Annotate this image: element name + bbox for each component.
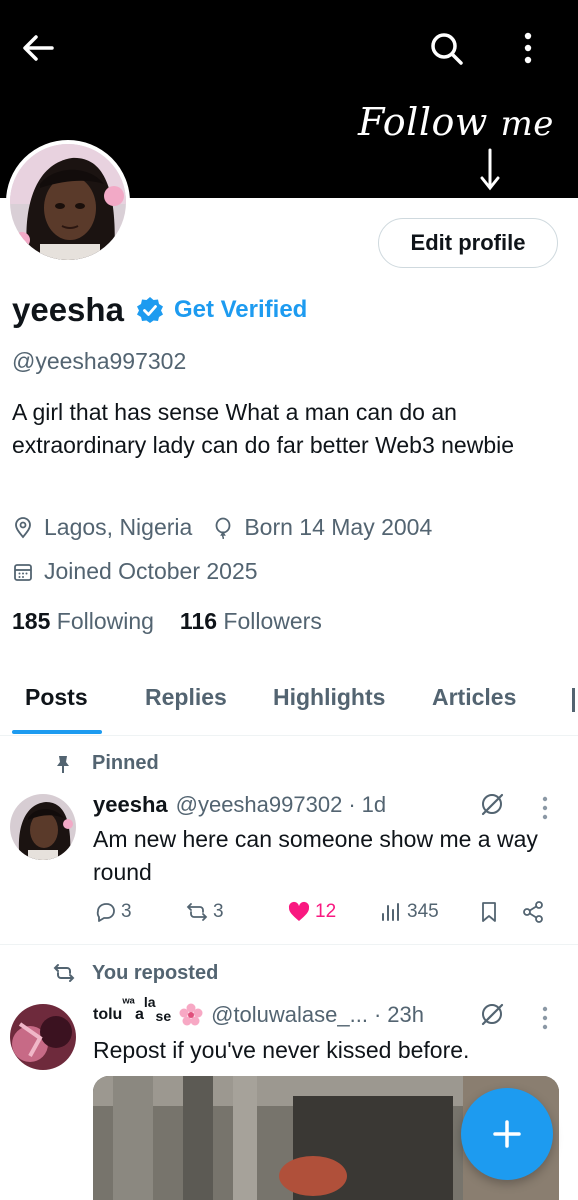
post-header-icons	[478, 1000, 506, 1028]
repost-icon	[186, 903, 208, 921]
post-avatar-photo	[10, 1004, 76, 1070]
active-tab-indicator	[12, 730, 102, 734]
tab-replies[interactable]: Replies	[145, 684, 227, 711]
profile-tabs: Posts Replies Highlights Articles	[0, 670, 578, 736]
pinned-label: Pinned	[52, 752, 159, 775]
post-time: 23h	[387, 1002, 425, 1027]
views-count: 345	[407, 901, 439, 922]
post-actions: 3 3 12 345	[93, 900, 553, 930]
repost-small-icon	[53, 964, 75, 982]
search-icon[interactable]	[426, 28, 466, 68]
following-label: Following	[56, 608, 154, 634]
post-header: yeesha @yeesha997302 · 1d	[93, 792, 386, 818]
tab-overflow-edge[interactable]	[572, 688, 575, 712]
post-author-name[interactable]: yeesha	[93, 792, 168, 818]
following-count: 185	[12, 608, 51, 634]
banner-caption-me: me	[500, 104, 554, 144]
get-verified-link[interactable]: Get Verified	[174, 296, 307, 324]
profile-bio: A girl that has sense What a man can do …	[12, 399, 515, 458]
reposted-text: You reposted	[92, 961, 219, 984]
post-divider	[0, 944, 578, 945]
post-header: tolu ʷᵃ a la se @toluwalase_... · 23h	[93, 994, 425, 1028]
tab-posts[interactable]: Posts	[25, 684, 88, 711]
followers-link[interactable]: 116 Followers	[180, 608, 322, 634]
display-name: yeesha	[12, 291, 124, 328]
cherry-blossom-icon	[179, 1003, 203, 1026]
profile-handle: @yeesha997302	[12, 348, 187, 374]
grok-icon[interactable]	[478, 1000, 506, 1028]
post-header-icons	[478, 790, 506, 818]
profile-avatar[interactable]	[6, 140, 130, 264]
bookmark-icon	[482, 902, 496, 922]
post-author-name[interactable]: tolu ʷᵃ a la se	[93, 994, 172, 1024]
banner-caption-follow: Follow	[358, 100, 488, 144]
post-avatar-photo	[10, 794, 76, 860]
profile-birthday: Born 14 May 2004	[244, 514, 433, 540]
bookmark-action[interactable]	[477, 900, 505, 924]
pinned-text: Pinned	[92, 752, 159, 774]
post-author-handle[interactable]: @yeesha997302	[176, 792, 343, 818]
post-more-icon[interactable]	[541, 1005, 549, 1031]
share-icon	[523, 901, 543, 923]
more-vertical-icon[interactable]	[510, 28, 546, 68]
post-author-handle[interactable]: @toluwalase_...	[211, 1002, 368, 1028]
heart-filled-icon	[288, 901, 310, 921]
reposted-label: You reposted	[52, 961, 218, 985]
profile-joined-row: Joined October 2025	[12, 558, 258, 585]
post-dot: ·	[348, 792, 356, 817]
views-action[interactable]: 345	[379, 900, 439, 924]
share-action[interactable]	[521, 900, 549, 924]
tab-highlights[interactable]: Highlights	[273, 684, 385, 711]
author-name-part: se	[155, 1008, 172, 1024]
balloon-icon	[215, 517, 231, 539]
following-link[interactable]: 185 Following	[12, 608, 154, 634]
post-more-icon[interactable]	[541, 795, 549, 821]
profile-meta-row: Lagos, Nigeria Born 14 May 2004	[12, 514, 432, 541]
location-pin-icon	[15, 516, 31, 538]
calendar-icon	[14, 563, 32, 581]
tab-articles[interactable]: Articles	[432, 684, 516, 711]
author-name-part: tolu	[93, 1006, 123, 1023]
followers-label: Followers	[223, 608, 322, 634]
repost-count: 3	[213, 901, 224, 922]
post-avatar[interactable]	[10, 794, 76, 860]
plus-icon	[493, 1120, 521, 1148]
edit-profile-button[interactable]: Edit profile	[378, 218, 558, 268]
views-icon	[382, 903, 399, 921]
name-row: yeesha Get Verified	[12, 290, 307, 330]
reply-action[interactable]: 3	[93, 900, 132, 924]
profile-location: Lagos, Nigeria	[44, 514, 193, 540]
grok-icon[interactable]	[478, 790, 506, 818]
compose-post-button[interactable]	[461, 1088, 553, 1180]
post-text: Am new here can someone show me a way ro…	[93, 826, 538, 885]
reply-icon	[96, 903, 115, 922]
author-name-part: ʷᵃ	[122, 994, 135, 1010]
followers-count: 116	[179, 608, 218, 634]
arrow-down-icon	[480, 148, 500, 191]
author-name-part: a	[134, 1006, 144, 1023]
profile-joined: Joined October 2025	[44, 558, 258, 584]
post-text: Repost if you've never kissed before.	[93, 1037, 470, 1063]
pin-icon	[57, 755, 69, 773]
like-count: 12	[315, 901, 337, 922]
post-avatar[interactable]	[10, 1004, 76, 1070]
post-time: 1d	[361, 792, 387, 817]
profile-photo	[10, 144, 126, 260]
post-dot: ·	[373, 1002, 382, 1027]
follow-stats: 185 Following 116 Followers	[12, 608, 322, 635]
like-action[interactable]: 12	[287, 900, 336, 924]
verified-badge-icon[interactable]	[136, 296, 164, 324]
banner-caption: Follow me	[358, 100, 554, 144]
reply-count: 3	[121, 901, 132, 922]
arrow-left-icon[interactable]	[18, 28, 58, 68]
author-name-part: la	[143, 994, 156, 1010]
repost-action[interactable]: 3	[185, 900, 224, 924]
